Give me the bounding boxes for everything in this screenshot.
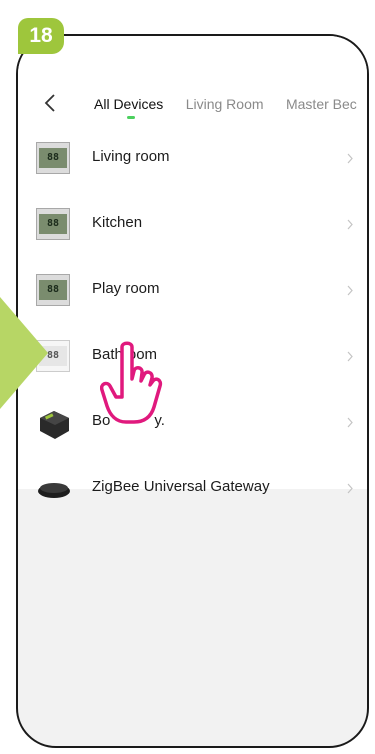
device-name: Kitchen	[92, 214, 143, 231]
room-tabs: All Devices Living Room Master Bec	[94, 96, 367, 122]
chevron-right-icon	[347, 285, 353, 296]
tap-hand-icon	[100, 341, 163, 424]
device-name: Living room	[92, 148, 170, 165]
chevron-right-icon	[347, 351, 353, 362]
device-row-boiler[interactable]: Bo y.	[18, 390, 367, 456]
device-row-bathroom[interactable]: 88 Bathroom	[18, 324, 367, 390]
device-row-zigbee-gateway[interactable]: ZigBee Universal Gateway	[18, 456, 367, 522]
gateway-icon	[38, 483, 70, 498]
chevron-right-icon	[347, 153, 353, 164]
device-row-kitchen[interactable]: 88 Kitchen	[18, 192, 367, 258]
device-row-play-room[interactable]: 88 Play room	[18, 258, 367, 324]
pointer-arrow-icon	[0, 297, 48, 409]
active-tab-indicator	[127, 116, 135, 119]
thermostat-lcd-icon: 88	[36, 142, 72, 178]
tab-all-devices[interactable]: All Devices	[94, 96, 164, 119]
thermostat-lcd-icon: 88	[36, 208, 72, 244]
tab-label: Master Bec	[285, 96, 357, 112]
tab-living-room[interactable]: Living Room	[186, 96, 264, 112]
step-number: 18	[29, 24, 53, 47]
tab-master-bedroom[interactable]: Master Bec	[286, 96, 357, 112]
chevron-right-icon	[347, 483, 353, 494]
device-row-living-room[interactable]: 88 Living room	[18, 126, 367, 192]
device-name: ZigBee Universal Gateway	[92, 478, 270, 495]
module-box-icon	[40, 411, 69, 439]
tab-label: All Devices	[94, 96, 164, 112]
chevron-right-icon	[347, 417, 353, 428]
step-badge: 18	[18, 18, 64, 54]
phone-frame: All Devices Living Room Master Bec 88 Li…	[16, 34, 369, 748]
chevron-left-icon[interactable]	[44, 94, 56, 112]
chevron-right-icon	[347, 219, 353, 230]
tab-label: Living Room	[185, 96, 264, 112]
device-name: Play room	[92, 280, 160, 297]
